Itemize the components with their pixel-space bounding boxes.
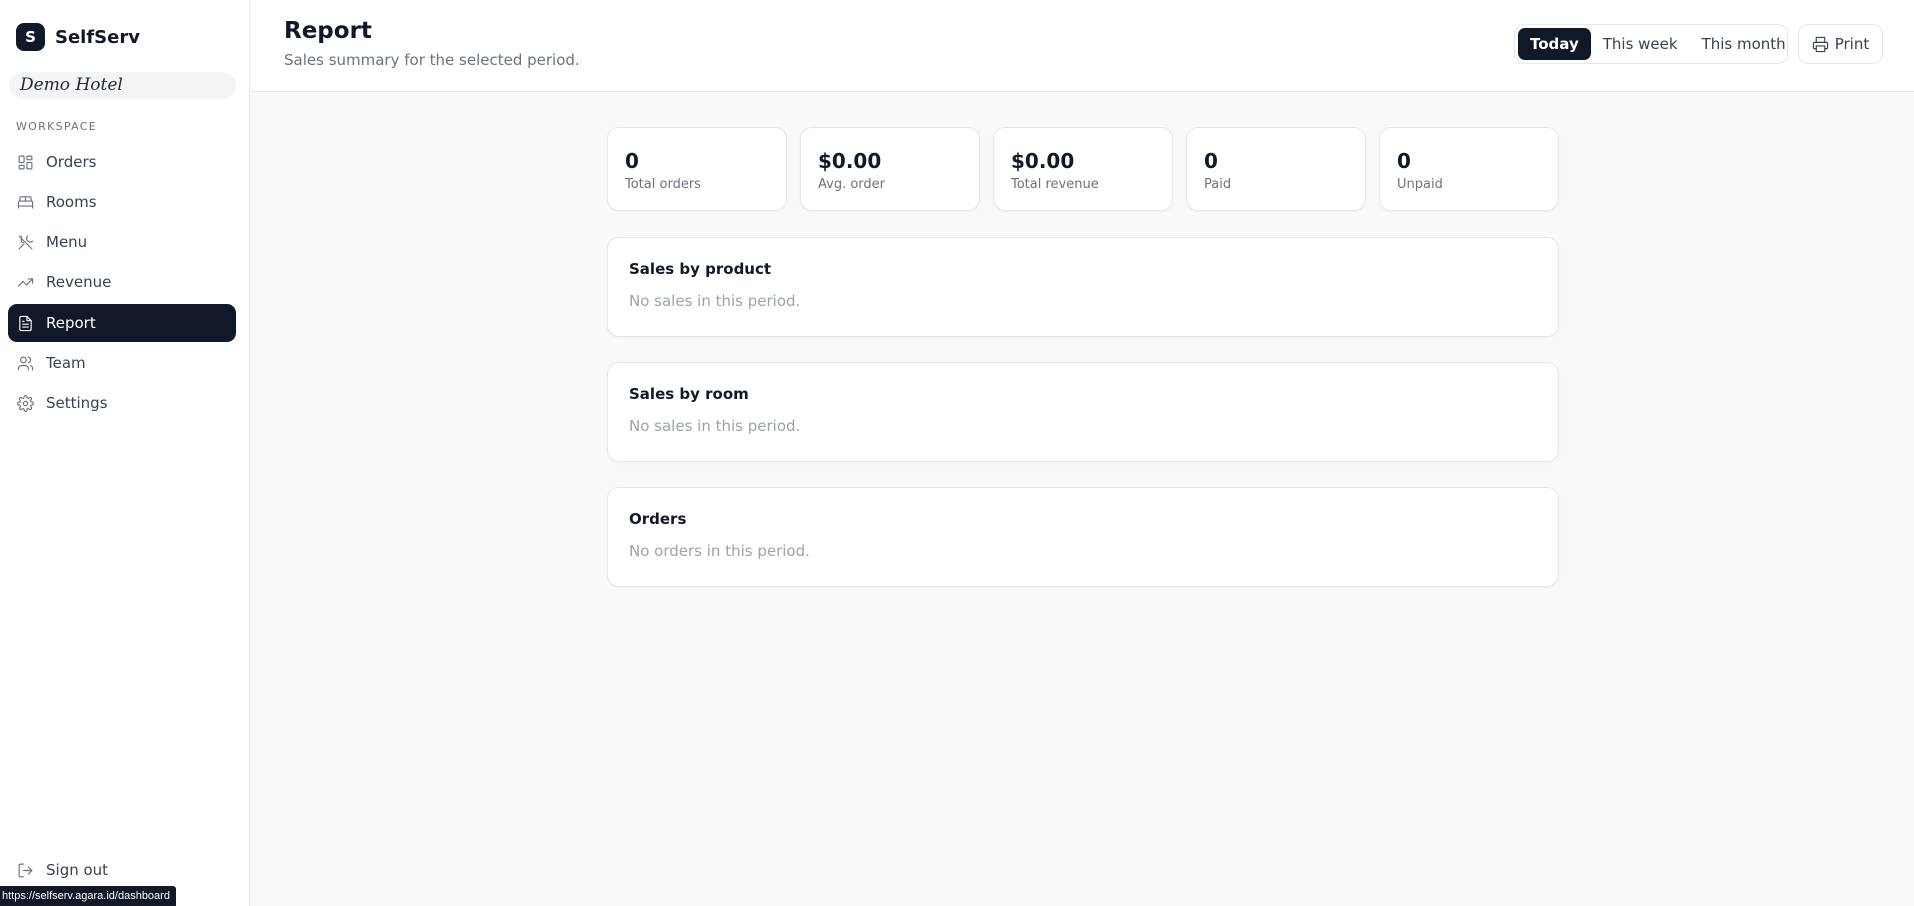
panel-sales-by-product: Sales by product No sales in this period…: [607, 237, 1559, 337]
empty-state-text: No orders in this period.: [629, 542, 810, 560]
stat-label: Unpaid: [1397, 177, 1443, 192]
document-icon: [19, 315, 32, 331]
sidebar-item-label: Orders: [46, 153, 97, 171]
utensils-icon: [18, 235, 34, 249]
stat-label: Total revenue: [1011, 177, 1099, 192]
sidebar-item-menu[interactable]: Menu: [8, 223, 236, 261]
signout-label: Sign out: [46, 861, 109, 879]
status-bar-url: https://selfserv.agara.id/dashboard: [0, 886, 176, 906]
panel-title: Orders: [629, 510, 687, 528]
period-selector: Today This week This month: [1514, 24, 1788, 64]
users-icon: [17, 356, 34, 370]
sidebar-item-label: Report: [46, 314, 96, 332]
brand-logo: S: [16, 23, 45, 51]
stat-value: 0: [1397, 149, 1411, 173]
print-button[interactable]: Print: [1798, 24, 1883, 64]
empty-state-text: No sales in this period.: [629, 292, 801, 310]
signout-button[interactable]: Sign out: [8, 852, 236, 888]
stat-card-unpaid: 0 Unpaid: [1379, 127, 1559, 211]
stat-label: Total orders: [625, 177, 701, 192]
sidebar-item-label: Rooms: [46, 193, 97, 211]
sidebar-item-label: Team: [46, 354, 86, 372]
sidebar-item-rooms[interactable]: Rooms: [8, 183, 236, 221]
topbar: Report Sales summary for the selected pe…: [251, 0, 1914, 92]
logout-icon: [18, 863, 33, 877]
stat-value: $0.00: [1011, 149, 1075, 173]
sidebar-item-report[interactable]: Report: [8, 304, 236, 342]
stat-card-total-orders: 0 Total orders: [607, 127, 787, 211]
panel-orders: Orders No orders in this period.: [607, 487, 1559, 587]
sidebar-item-team[interactable]: Team: [8, 344, 236, 382]
period-today-button[interactable]: Today: [1518, 28, 1591, 60]
stat-value: 0: [625, 149, 639, 173]
grid-icon: [18, 155, 33, 169]
page-title: Report: [284, 18, 372, 44]
panel-sales-by-room: Sales by room No sales in this period.: [607, 362, 1559, 462]
stat-card-total-revenue: $0.00 Total revenue: [993, 127, 1173, 211]
trending-up-icon: [17, 277, 34, 287]
stat-value: 0: [1204, 149, 1218, 173]
sidebar-item-settings[interactable]: Settings: [8, 384, 236, 422]
period-this-month-button[interactable]: This month: [1690, 28, 1798, 60]
sidebar-item-label: Menu: [46, 233, 88, 251]
sidebar-item-orders[interactable]: Orders: [8, 143, 236, 181]
bed-icon: [17, 195, 34, 209]
print-label: Print: [1834, 35, 1870, 53]
stat-label: Paid: [1204, 177, 1232, 192]
sidebar: S SelfServ Demo Hotel WORKSPACE Orders R…: [0, 0, 250, 906]
stat-card-paid: 0 Paid: [1186, 127, 1366, 211]
gear-icon: [17, 394, 34, 412]
empty-state-text: No sales in this period.: [629, 417, 801, 435]
section-label-workspace: WORKSPACE: [16, 120, 97, 133]
brand-name: SelfServ: [55, 26, 140, 48]
brand[interactable]: S SelfServ: [16, 23, 140, 51]
panel-title: Sales by room: [629, 385, 749, 403]
page-subtitle: Sales summary for the selected period.: [284, 51, 580, 69]
stat-card-avg-order: $0.00 Avg. order: [800, 127, 980, 211]
panel-title: Sales by product: [629, 260, 772, 278]
sidebar-item-revenue[interactable]: Revenue: [8, 263, 236, 301]
sidebar-item-label: Settings: [46, 394, 108, 412]
stat-value: $0.00: [818, 149, 882, 173]
period-this-week-button[interactable]: This week: [1591, 28, 1690, 60]
sidebar-item-label: Revenue: [46, 273, 112, 291]
stat-label: Avg. order: [818, 177, 886, 192]
hotel-name[interactable]: Demo Hotel: [9, 72, 236, 99]
printer-icon: [1812, 36, 1828, 52]
